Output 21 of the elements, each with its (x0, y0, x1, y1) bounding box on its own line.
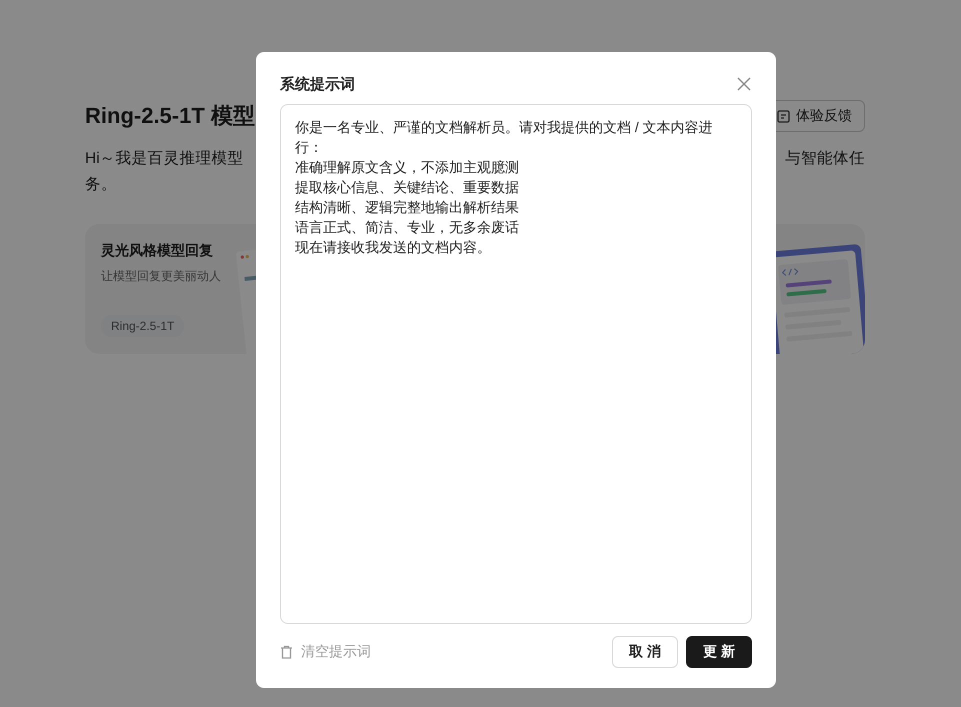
page-title: Ring-2.5-1T 模型 (85, 102, 255, 130)
trash-icon (280, 645, 293, 659)
prompt-line: 提取核心信息、关键结论、重要数据 (295, 178, 519, 197)
update-button[interactable]: 更 新 (686, 636, 752, 668)
card-title: 灵光风格模型回复 (101, 242, 213, 260)
intro-text: Hi～我是百灵推理模型 (85, 149, 244, 169)
close-button[interactable] (736, 76, 752, 92)
close-icon (736, 76, 752, 92)
intro-text: 与智能体任 (785, 149, 865, 169)
intro-text: 务。 (85, 175, 117, 195)
prompt-line: 语言正式、简洁、专业，无多余废话 (295, 218, 519, 237)
prompt-line: 现在请接收我发送的文档内容。 (295, 238, 491, 257)
dialog-title: 系统提示词 (280, 74, 355, 94)
cancel-button[interactable]: 取 消 (612, 636, 678, 668)
model-tag: Ring-2.5-1T (101, 315, 184, 337)
card-subtitle: 让模型回复更美丽动人 (101, 268, 221, 285)
prompt-line: 准确理解原文含义，不添加主观臆测 (295, 158, 519, 177)
prompt-line: 结构清晰、逻辑完整地输出解析结果 (295, 198, 519, 217)
feedback-icon (777, 110, 790, 122)
prompt-field[interactable]: 你是一名专业、严谨的文档解析员。请对我提供的文档 / 文本内容进行： 准确理解原文含义，不添加主观臆测 提取核心信息、关键结论、重要数据 结构清晰、逻辑完整地输出解析结果 语言正式、简洁、专业，无多余废话 现在请接收我发送的文档内容。 (280, 104, 752, 624)
prompt-line: 你是一名专业、严谨的文档解析员。请对我提供的文档 / 文本内容进行： (295, 118, 714, 157)
